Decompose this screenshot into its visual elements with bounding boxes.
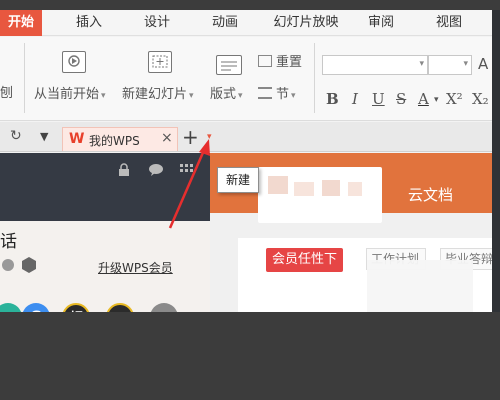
wps-window: 开始 插入 设计 动画 幻灯片放映 审阅 视图 刨 从当前开始 ▾ 新建幻灯片 ▾ … (0, 10, 500, 312)
window-edge (492, 10, 500, 312)
annotation-arrow (168, 139, 210, 229)
